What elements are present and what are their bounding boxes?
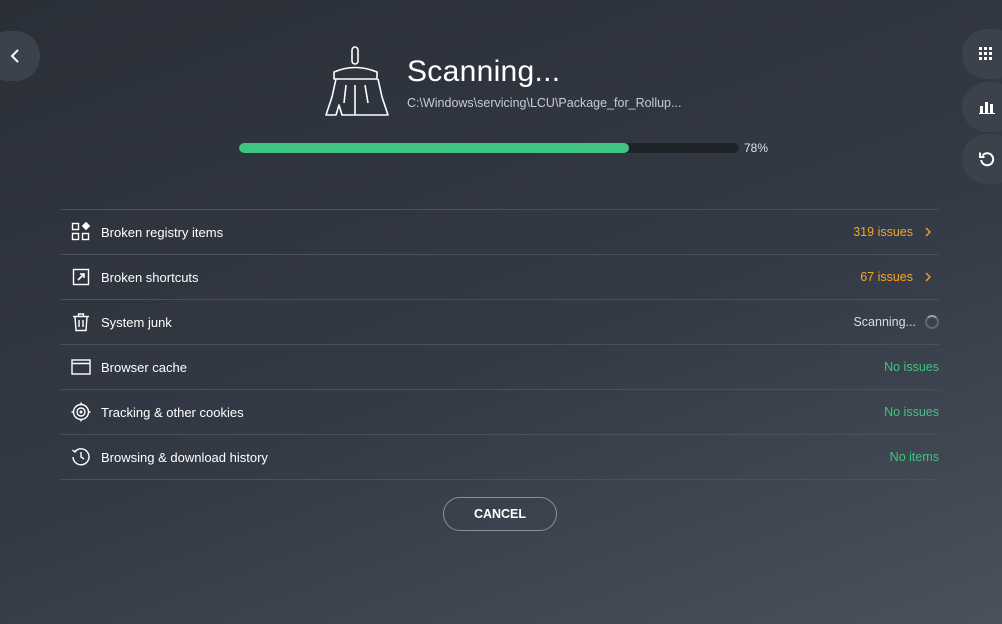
status-text: Scanning... — [853, 315, 916, 329]
shortcut-icon — [72, 268, 90, 286]
progress-fill — [239, 143, 629, 153]
bar-chart-icon — [979, 102, 995, 114]
cancel-button[interactable]: CANCEL — [443, 497, 557, 531]
status-text: No issues — [884, 405, 939, 419]
row-label: Tracking & other cookies — [101, 404, 244, 420]
clock-history-icon — [72, 448, 90, 466]
apps-button[interactable] — [962, 29, 1002, 79]
progress-percent: 78% — [744, 141, 769, 155]
loading-spinner-icon — [925, 315, 939, 329]
back-button[interactable] — [0, 31, 40, 81]
apps-grid-icon — [979, 47, 992, 60]
progress-bar — [239, 143, 739, 153]
status-text: No issues — [884, 360, 939, 374]
row-broken-registry[interactable]: Broken registry items 319 issues — [61, 210, 939, 255]
statistics-button[interactable] — [962, 82, 1002, 132]
scan-path: C:\Windows\servicing\LCU\Package_for_Rol… — [407, 96, 682, 110]
row-broken-shortcuts[interactable]: Broken shortcuts 67 issues — [61, 255, 939, 300]
trash-icon — [73, 313, 89, 332]
page-title: Scanning... — [407, 55, 561, 88]
chevron-right-icon — [925, 227, 931, 237]
row-label: Browsing & download history — [101, 449, 268, 465]
chevron-right-icon — [925, 272, 931, 282]
issues-count[interactable]: 319 issues — [853, 225, 931, 239]
row-label: Browser cache — [101, 359, 187, 375]
status-text: No items — [889, 450, 939, 464]
scan-status: Scanning... — [853, 315, 939, 329]
scan-results-list: Broken registry items 319 issues Broken … — [61, 209, 939, 480]
issues-count[interactable]: 67 issues — [860, 270, 931, 284]
row-system-junk[interactable]: System junk Scanning... — [61, 300, 939, 345]
row-label: Broken registry items — [101, 224, 224, 240]
row-tracking-cookies[interactable]: Tracking & other cookies No issues — [61, 390, 939, 435]
chevron-left-icon — [10, 49, 19, 63]
registry-icon — [71, 222, 91, 241]
row-label: System junk — [101, 314, 172, 330]
status-text: 67 issues — [860, 270, 913, 284]
status-text: 319 issues — [853, 225, 913, 239]
history-button[interactable] — [962, 134, 1002, 184]
row-browsing-history[interactable]: Browsing & download history No items — [61, 435, 939, 480]
row-browser-cache[interactable]: Browser cache No issues — [61, 345, 939, 390]
history-icon — [979, 152, 995, 167]
target-icon — [71, 402, 91, 422]
browser-window-icon — [71, 359, 91, 375]
row-label: Broken shortcuts — [101, 269, 199, 285]
broom-icon — [325, 46, 389, 116]
